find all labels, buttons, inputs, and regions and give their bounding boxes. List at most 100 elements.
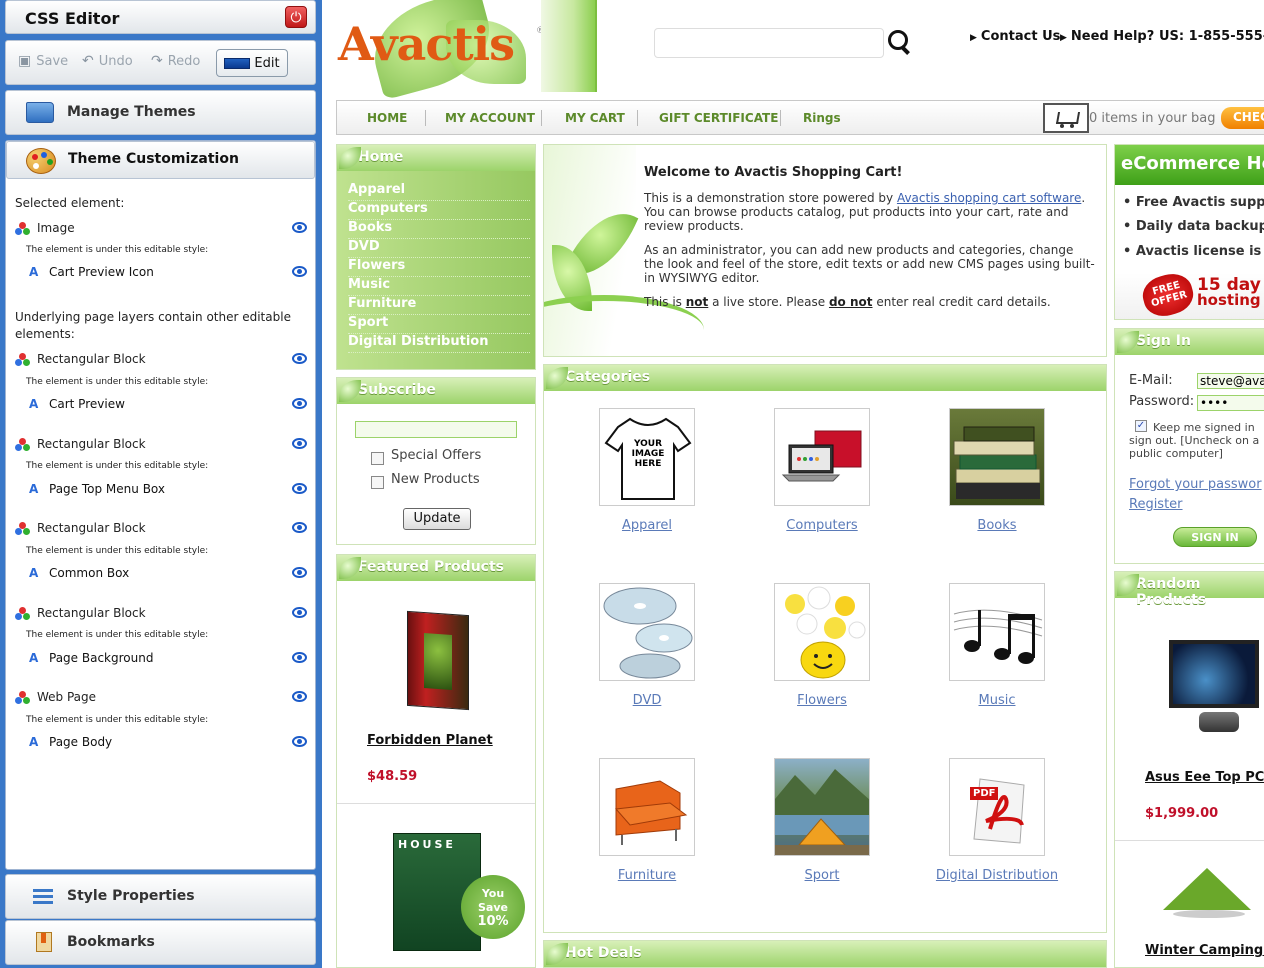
category-link-sport[interactable]: Sport: [348, 315, 530, 334]
nav-gift-certificate[interactable]: GIFT CERTIFICATE: [659, 111, 778, 125]
avactis-software-link[interactable]: Avactis shopping cart software: [897, 191, 1081, 205]
category-dvd[interactable]: DVD: [564, 583, 734, 713]
redo-button[interactable]: ↷ Redo: [151, 53, 200, 69]
category-link-apparel[interactable]: Apparel: [348, 182, 530, 201]
category-furniture[interactable]: Furniture: [564, 758, 734, 888]
tshirt-image[interactable]: YOUR IMAGE HERE: [599, 408, 695, 506]
eye-icon[interactable]: [292, 652, 307, 663]
search-icon[interactable]: [886, 28, 914, 56]
nav-rings[interactable]: Rings: [803, 111, 841, 125]
nav-my-cart[interactable]: MY CART: [565, 111, 625, 125]
undo-button[interactable]: ↶ Undo: [82, 53, 133, 69]
layer-element-row[interactable]: Rectangular Block: [15, 606, 307, 622]
category-link-computers[interactable]: Computers: [348, 201, 530, 220]
category-label[interactable]: Flowers: [739, 693, 905, 708]
category-label[interactable]: Music: [914, 693, 1080, 708]
eye-icon[interactable]: [292, 567, 307, 578]
eye-icon[interactable]: [292, 522, 307, 533]
armchair-image[interactable]: [599, 758, 695, 856]
product-title-link[interactable]: Forbidden Planet: [367, 733, 493, 748]
eye-icon[interactable]: [292, 736, 307, 747]
forgot-password-link[interactable]: Forgot your passwor: [1129, 477, 1262, 492]
tent-image[interactable]: [1163, 868, 1251, 910]
password-field[interactable]: ••••: [1197, 395, 1264, 411]
eye-icon[interactable]: [292, 222, 307, 233]
category-label[interactable]: Sport: [739, 868, 905, 883]
subscribe-email-input[interactable]: [355, 421, 517, 438]
contact-us-link[interactable]: ▶ Contact Us: [970, 29, 1060, 44]
checkout-button[interactable]: CHEC: [1221, 107, 1264, 129]
category-digital-distribution[interactable]: PDF Digital Distribution: [914, 758, 1084, 888]
layer-style-row[interactable]: A Common Box: [29, 566, 307, 582]
category-link-digital-distribution[interactable]: Digital Distribution: [348, 334, 530, 353]
category-apparel[interactable]: YOUR IMAGE HERE Apparel: [564, 408, 734, 538]
eye-icon[interactable]: [292, 266, 307, 277]
search-input[interactable]: [654, 28, 884, 58]
category-label[interactable]: Digital Distribution: [914, 868, 1080, 883]
camping-image[interactable]: [774, 758, 870, 856]
special-offers-checkbox[interactable]: [371, 452, 384, 465]
need-help-link[interactable]: ▶ Need Help?: [1060, 29, 1154, 44]
layer-style-row[interactable]: A Page Body: [29, 735, 307, 751]
sign-in-button[interactable]: SIGN IN: [1173, 527, 1257, 547]
register-link[interactable]: Register: [1129, 497, 1183, 512]
books-image[interactable]: [949, 408, 1045, 506]
pdf-image[interactable]: PDF: [949, 758, 1045, 856]
layer-style-row[interactable]: A Cart Preview: [29, 397, 307, 413]
ecommerce-hosting-box[interactable]: eCommerce Hos • Free Avactis suppor • Da…: [1114, 144, 1264, 320]
category-sport[interactable]: Sport: [739, 758, 909, 888]
category-label[interactable]: Apparel: [564, 518, 730, 533]
flowers-image[interactable]: [774, 583, 870, 681]
category-label[interactable]: Computers: [739, 518, 905, 533]
layer-element-row[interactable]: Rectangular Block: [15, 352, 307, 368]
update-button[interactable]: Update: [403, 508, 471, 530]
edit-button[interactable]: Edit: [216, 49, 288, 77]
email-field[interactable]: steve@avac: [1197, 373, 1264, 389]
store-logo[interactable]: Avactis ®: [336, 0, 546, 101]
product-title-link[interactable]: Winter Camping Te: [1145, 943, 1264, 958]
dvd-discs-image[interactable]: [599, 583, 695, 681]
category-link-flowers[interactable]: Flowers: [348, 258, 530, 277]
save-button[interactable]: ▣ Save: [18, 53, 68, 69]
category-label[interactable]: Furniture: [564, 868, 730, 883]
close-icon[interactable]: ⏻: [285, 6, 307, 28]
home-box-header[interactable]: Home: [337, 145, 535, 171]
new-products-checkbox[interactable]: [371, 476, 384, 489]
product-title-link[interactable]: Asus Eee Top PC: [1145, 770, 1264, 785]
eye-icon[interactable]: [292, 438, 307, 449]
layer-style-row[interactable]: A Page Background: [29, 651, 307, 667]
cart-preview-icon[interactable]: [1043, 103, 1089, 133]
category-computers[interactable]: Computers: [739, 408, 909, 538]
nav-my-account[interactable]: MY ACCOUNT: [445, 111, 535, 125]
eye-icon[interactable]: [292, 691, 307, 702]
eye-icon[interactable]: [292, 483, 307, 494]
category-link-books[interactable]: Books: [348, 220, 530, 239]
eye-icon[interactable]: [292, 353, 307, 364]
layer-element-row[interactable]: Rectangular Block: [15, 437, 307, 453]
category-music[interactable]: Music: [914, 583, 1084, 713]
category-label[interactable]: Books: [914, 518, 1080, 533]
theme-customization-header[interactable]: Theme Customization: [6, 141, 315, 179]
category-link-furniture[interactable]: Furniture: [348, 296, 530, 315]
category-label[interactable]: DVD: [564, 693, 730, 708]
category-flowers[interactable]: Flowers: [739, 583, 909, 713]
manage-themes-tab[interactable]: Manage Themes: [5, 90, 316, 135]
eye-icon[interactable]: [292, 607, 307, 618]
category-link-dvd[interactable]: DVD: [348, 239, 530, 258]
category-books[interactable]: Books: [914, 408, 1084, 538]
bookmarks-tab[interactable]: Bookmarks: [5, 920, 316, 965]
laptop-image[interactable]: [774, 408, 870, 506]
hosting-promo[interactable]: FREE OFFER 15 day hosting: [1115, 269, 1264, 319]
music-notes-image[interactable]: [949, 583, 1045, 681]
style-properties-tab[interactable]: Style Properties: [5, 874, 316, 919]
layer-style-row[interactable]: A Page Top Menu Box: [29, 482, 307, 498]
asus-pc-image[interactable]: [1169, 640, 1259, 708]
selected-element-row[interactable]: Image: [15, 221, 307, 237]
nav-home[interactable]: HOME: [367, 111, 407, 125]
eye-icon[interactable]: [292, 398, 307, 409]
cart-items-text[interactable]: 0 items in your bag: [1089, 111, 1216, 126]
layer-element-row[interactable]: Web Page: [15, 690, 307, 706]
selected-style-row[interactable]: A Cart Preview Icon: [29, 265, 307, 281]
forbidden-planet-image[interactable]: [407, 610, 469, 711]
category-link-music[interactable]: Music: [348, 277, 530, 296]
